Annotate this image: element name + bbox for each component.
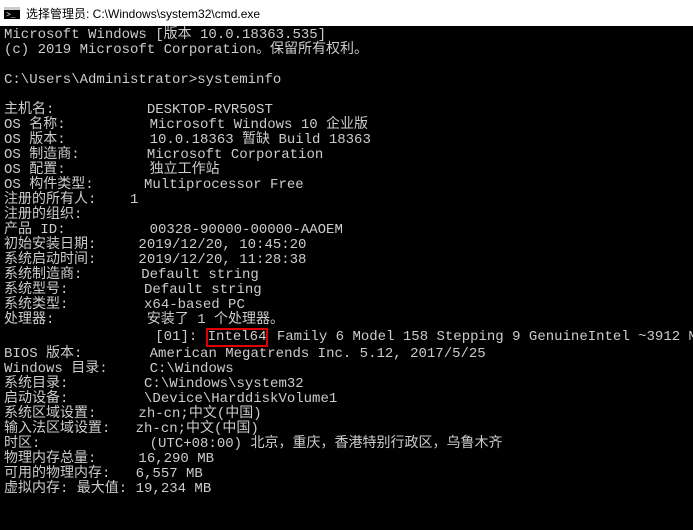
- value-regowner: 1: [130, 192, 138, 208]
- banner-line-1: Microsoft Windows [版本 10.0.18363.535]: [4, 27, 326, 43]
- label-syslocale: 系统区域设置:: [4, 406, 96, 422]
- value-cpu-prefix: [01]:: [155, 329, 205, 345]
- label-windir: Windows 目录:: [4, 361, 108, 377]
- highlight-box: Intel64: [206, 328, 269, 347]
- value-osname: Microsoft Windows 10 企业版: [150, 117, 368, 133]
- label-boot: 系统启动时间:: [4, 252, 96, 268]
- label-pid: 产品 ID:: [4, 222, 66, 238]
- value-tz: (UTC+08:00) 北京，重庆，香港特别行政区，乌鲁木齐: [150, 436, 503, 452]
- label-sysdir: 系统目录:: [4, 376, 68, 392]
- label-host: 主机名:: [4, 102, 54, 118]
- svg-text:>_: >_: [6, 11, 16, 19]
- title-prefix: 选择: [26, 5, 50, 22]
- label-vmemmax: 虚拟内存: 最大值:: [4, 481, 127, 497]
- value-cpu-summary: 安装了 1 个处理器。: [147, 312, 284, 328]
- value-oscfg: 独立工作站: [150, 162, 220, 178]
- value-memtot: 16,290 MB: [138, 451, 214, 467]
- label-cpu: 处理器:: [4, 312, 54, 328]
- label-osname: OS 名称:: [4, 117, 66, 133]
- label-bios: BIOS 版本:: [4, 346, 82, 362]
- label-install: 初始安装日期:: [4, 237, 96, 253]
- value-osver: 10.0.18363 暂缺 Build 18363: [150, 132, 371, 148]
- label-memavail: 可用的物理内存:: [4, 466, 110, 482]
- value-bios: American Megatrends Inc. 5.12, 2017/5/25: [150, 346, 486, 362]
- label-regowner: 注册的所有人:: [4, 192, 96, 208]
- value-boot: 2019/12/20, 11:28:38: [138, 252, 306, 268]
- value-install: 2019/12/20, 10:45:20: [138, 237, 306, 253]
- value-windir: C:\Windows: [150, 361, 234, 377]
- value-cpu-rest: Family 6 Model 158 Stepping 9 GenuineInt…: [268, 329, 693, 345]
- value-host: DESKTOP-RVR50ST: [147, 102, 273, 118]
- label-osver: OS 版本:: [4, 132, 66, 148]
- prompt-path: C:\Users\Administrator>: [4, 72, 197, 88]
- prompt-command: systeminfo: [197, 72, 281, 88]
- value-memavail: 6,557 MB: [136, 466, 203, 482]
- label-osmfr: OS 制造商:: [4, 147, 80, 163]
- value-syslocale: zh-cn;中文(中国): [138, 406, 261, 422]
- value-osmfr: Microsoft Corporation: [147, 147, 323, 163]
- value-osbuild: Multiprocessor Free: [144, 177, 304, 193]
- window-titlebar[interactable]: >_ 选择 管理员: C:\Windows\system32\cmd.exe: [0, 0, 693, 26]
- value-pid: 00328-90000-00000-AAOEM: [150, 222, 343, 238]
- value-bootdev: \Device\HarddiskVolume1: [144, 391, 337, 407]
- label-memtot: 物理内存总量:: [4, 451, 96, 467]
- value-systype: x64-based PC: [144, 297, 245, 313]
- label-sysmfr: 系统制造商:: [4, 267, 82, 283]
- label-osbuild: OS 构件类型:: [4, 177, 94, 193]
- label-tz: 时区:: [4, 436, 40, 452]
- label-inlocale: 输入法区域设置:: [4, 421, 110, 437]
- label-sysmodel: 系统型号:: [4, 282, 68, 298]
- terminal-output[interactable]: Microsoft Windows [版本 10.0.18363.535] (c…: [0, 26, 693, 530]
- value-sysmodel: Default string: [144, 282, 262, 298]
- cmd-icon: >_: [4, 7, 20, 19]
- value-inlocale: zh-cn;中文(中国): [136, 421, 259, 437]
- value-sysdir: C:\Windows\system32: [144, 376, 304, 392]
- value-vmemmax: 19,234 MB: [136, 481, 212, 497]
- label-bootdev: 启动设备:: [4, 391, 68, 407]
- value-cpu-highlight: Intel64: [208, 329, 267, 345]
- label-oscfg: OS 配置:: [4, 162, 66, 178]
- banner-line-2: (c) 2019 Microsoft Corporation。保留所有权利。: [4, 42, 368, 58]
- value-sysmfr: Default string: [141, 267, 259, 283]
- label-systype: 系统类型:: [4, 297, 68, 313]
- title-text: 管理员: C:\Windows\system32\cmd.exe: [50, 5, 260, 22]
- label-regorg: 注册的组织:: [4, 207, 82, 223]
